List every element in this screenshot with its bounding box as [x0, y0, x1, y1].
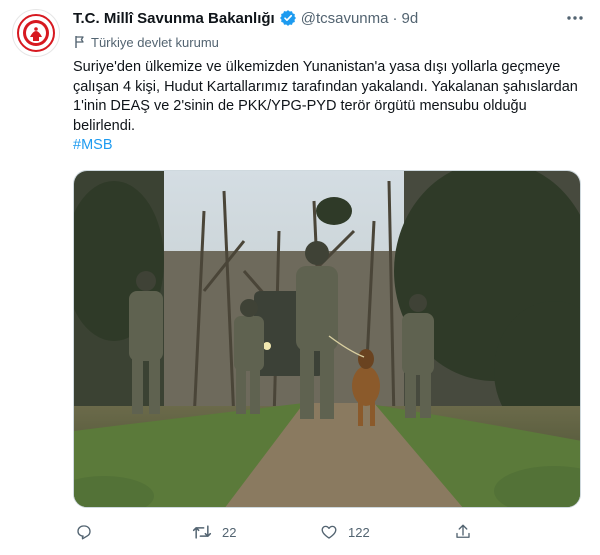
like-count: 122	[348, 524, 370, 540]
author-name[interactable]: T.C. Millî Savunma Bakanlığı	[73, 10, 275, 27]
more-icon[interactable]	[564, 8, 586, 28]
reply-button[interactable]	[75, 523, 103, 541]
retweet-count: 22	[222, 524, 237, 540]
tweet-card[interactable]: T.C. Millî Savunma Bakanlığı @tcsavunma …	[0, 0, 600, 555]
tweet-header: T.C. Millî Savunma Bakanlığı @tcsavunma …	[73, 8, 586, 28]
reply-icon	[77, 525, 91, 540]
separator-dot: ·	[392, 9, 398, 27]
affiliation-label: Türkiye devlet kurumu	[73, 33, 219, 51]
share-button[interactable]	[454, 523, 482, 541]
heart-icon	[321, 525, 337, 539]
retweet-icon	[192, 525, 212, 539]
ministry-emblem-icon[interactable]	[12, 9, 60, 57]
author-handle[interactable]: @tcsavunma	[301, 10, 389, 27]
share-icon	[456, 524, 470, 538]
verified-badge-icon	[279, 9, 297, 27]
affiliation-text: Türkiye devlet kurumu	[91, 34, 219, 50]
flag-icon	[75, 36, 84, 48]
hashtag-link[interactable]: #MSB	[73, 137, 113, 153]
like-button[interactable]: 122	[320, 523, 370, 541]
tweet-timestamp[interactable]: 9d	[401, 10, 418, 27]
tweet-text: Suriye'den ülkemize ve ülkemizden Yunani…	[73, 59, 578, 134]
tweet-photo[interactable]	[73, 170, 581, 508]
tweet-body: Suriye'den ülkemize ve ülkemizden Yunani…	[73, 58, 578, 136]
retweet-button[interactable]: 22	[192, 523, 236, 541]
patrol-photo	[74, 171, 580, 507]
tweet-actions: 22 122	[73, 520, 581, 544]
